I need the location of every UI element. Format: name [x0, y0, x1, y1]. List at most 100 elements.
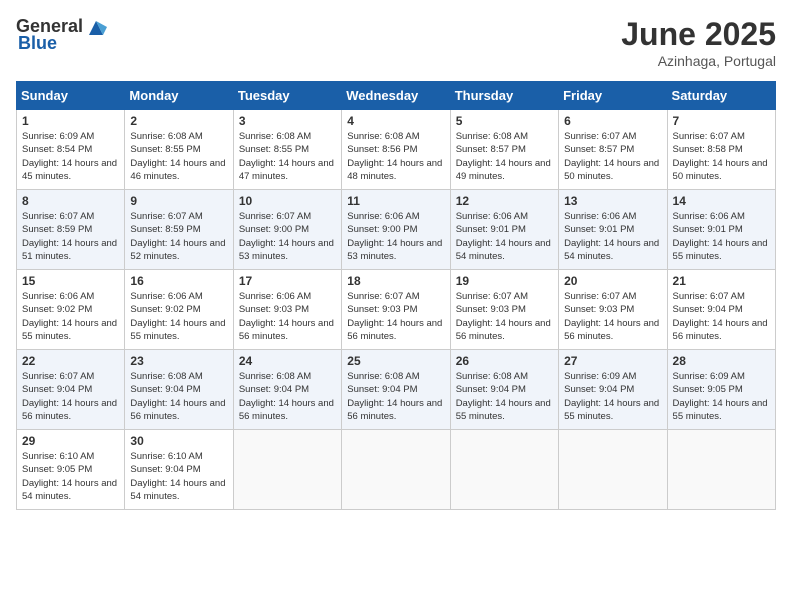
day-number: 12 [456, 194, 553, 208]
cell-info: Sunrise: 6:08 AM Sunset: 8:55 PM Dayligh… [239, 130, 336, 183]
cell-info: Sunrise: 6:06 AM Sunset: 9:02 PM Dayligh… [22, 290, 119, 343]
cell-info: Sunrise: 6:07 AM Sunset: 8:59 PM Dayligh… [130, 210, 227, 263]
day-number: 20 [564, 274, 661, 288]
calendar-cell: 26 Sunrise: 6:08 AM Sunset: 9:04 PM Dayl… [450, 350, 558, 430]
cell-info: Sunrise: 6:10 AM Sunset: 9:05 PM Dayligh… [22, 450, 119, 503]
cell-info: Sunrise: 6:07 AM Sunset: 8:59 PM Dayligh… [22, 210, 119, 263]
day-number: 11 [347, 194, 444, 208]
cell-info: Sunrise: 6:08 AM Sunset: 9:04 PM Dayligh… [239, 370, 336, 423]
calendar-cell [559, 430, 667, 510]
day-number: 24 [239, 354, 336, 368]
day-number: 5 [456, 114, 553, 128]
day-number: 18 [347, 274, 444, 288]
calendar-cell: 25 Sunrise: 6:08 AM Sunset: 9:04 PM Dayl… [342, 350, 450, 430]
cell-info: Sunrise: 6:08 AM Sunset: 9:04 PM Dayligh… [130, 370, 227, 423]
day-number: 29 [22, 434, 119, 448]
calendar-cell [450, 430, 558, 510]
day-number: 8 [22, 194, 119, 208]
day-number: 9 [130, 194, 227, 208]
day-number: 27 [564, 354, 661, 368]
day-number: 23 [130, 354, 227, 368]
cell-info: Sunrise: 6:08 AM Sunset: 8:57 PM Dayligh… [456, 130, 553, 183]
day-number: 3 [239, 114, 336, 128]
calendar-week-row: 15 Sunrise: 6:06 AM Sunset: 9:02 PM Dayl… [17, 270, 776, 350]
calendar-cell: 4 Sunrise: 6:08 AM Sunset: 8:56 PM Dayli… [342, 110, 450, 190]
cell-info: Sunrise: 6:07 AM Sunset: 9:03 PM Dayligh… [564, 290, 661, 343]
calendar-cell [342, 430, 450, 510]
weekday-header: Monday [125, 82, 233, 110]
weekday-header: Friday [559, 82, 667, 110]
day-number: 26 [456, 354, 553, 368]
day-number: 13 [564, 194, 661, 208]
weekday-header: Thursday [450, 82, 558, 110]
cell-info: Sunrise: 6:06 AM Sunset: 9:01 PM Dayligh… [456, 210, 553, 263]
logo-blue-text: Blue [18, 33, 57, 54]
calendar-cell: 24 Sunrise: 6:08 AM Sunset: 9:04 PM Dayl… [233, 350, 341, 430]
cell-info: Sunrise: 6:07 AM Sunset: 9:03 PM Dayligh… [456, 290, 553, 343]
day-number: 16 [130, 274, 227, 288]
calendar-cell [667, 430, 775, 510]
calendar-cell: 11 Sunrise: 6:06 AM Sunset: 9:00 PM Dayl… [342, 190, 450, 270]
cell-info: Sunrise: 6:06 AM Sunset: 9:01 PM Dayligh… [564, 210, 661, 263]
calendar-cell: 12 Sunrise: 6:06 AM Sunset: 9:01 PM Dayl… [450, 190, 558, 270]
day-number: 7 [673, 114, 770, 128]
weekday-header: Saturday [667, 82, 775, 110]
cell-info: Sunrise: 6:09 AM Sunset: 9:04 PM Dayligh… [564, 370, 661, 423]
calendar-cell: 8 Sunrise: 6:07 AM Sunset: 8:59 PM Dayli… [17, 190, 125, 270]
day-number: 6 [564, 114, 661, 128]
logo: General Blue [16, 16, 109, 54]
calendar-cell: 2 Sunrise: 6:08 AM Sunset: 8:55 PM Dayli… [125, 110, 233, 190]
cell-info: Sunrise: 6:08 AM Sunset: 8:56 PM Dayligh… [347, 130, 444, 183]
calendar-cell: 21 Sunrise: 6:07 AM Sunset: 9:04 PM Dayl… [667, 270, 775, 350]
calendar-cell: 14 Sunrise: 6:06 AM Sunset: 9:01 PM Dayl… [667, 190, 775, 270]
day-number: 10 [239, 194, 336, 208]
calendar-cell: 29 Sunrise: 6:10 AM Sunset: 9:05 PM Dayl… [17, 430, 125, 510]
cell-info: Sunrise: 6:06 AM Sunset: 9:00 PM Dayligh… [347, 210, 444, 263]
cell-info: Sunrise: 6:07 AM Sunset: 9:04 PM Dayligh… [22, 370, 119, 423]
calendar-cell: 17 Sunrise: 6:06 AM Sunset: 9:03 PM Dayl… [233, 270, 341, 350]
day-number: 19 [456, 274, 553, 288]
calendar-cell: 15 Sunrise: 6:06 AM Sunset: 9:02 PM Dayl… [17, 270, 125, 350]
day-number: 15 [22, 274, 119, 288]
cell-info: Sunrise: 6:07 AM Sunset: 9:00 PM Dayligh… [239, 210, 336, 263]
weekday-header: Wednesday [342, 82, 450, 110]
day-number: 28 [673, 354, 770, 368]
calendar-week-row: 22 Sunrise: 6:07 AM Sunset: 9:04 PM Dayl… [17, 350, 776, 430]
calendar-cell: 27 Sunrise: 6:09 AM Sunset: 9:04 PM Dayl… [559, 350, 667, 430]
calendar-header-row: SundayMondayTuesdayWednesdayThursdayFrid… [17, 82, 776, 110]
day-number: 22 [22, 354, 119, 368]
day-number: 4 [347, 114, 444, 128]
day-number: 1 [22, 114, 119, 128]
calendar-cell: 18 Sunrise: 6:07 AM Sunset: 9:03 PM Dayl… [342, 270, 450, 350]
calendar-cell: 23 Sunrise: 6:08 AM Sunset: 9:04 PM Dayl… [125, 350, 233, 430]
calendar-cell: 3 Sunrise: 6:08 AM Sunset: 8:55 PM Dayli… [233, 110, 341, 190]
cell-info: Sunrise: 6:06 AM Sunset: 9:03 PM Dayligh… [239, 290, 336, 343]
day-number: 25 [347, 354, 444, 368]
month-year: June 2025 [621, 16, 776, 53]
day-number: 2 [130, 114, 227, 128]
cell-info: Sunrise: 6:07 AM Sunset: 8:58 PM Dayligh… [673, 130, 770, 183]
calendar-cell: 10 Sunrise: 6:07 AM Sunset: 9:00 PM Dayl… [233, 190, 341, 270]
cell-info: Sunrise: 6:07 AM Sunset: 8:57 PM Dayligh… [564, 130, 661, 183]
cell-info: Sunrise: 6:09 AM Sunset: 8:54 PM Dayligh… [22, 130, 119, 183]
calendar-cell: 9 Sunrise: 6:07 AM Sunset: 8:59 PM Dayli… [125, 190, 233, 270]
location: Azinhaga, Portugal [621, 53, 776, 69]
calendar-cell: 5 Sunrise: 6:08 AM Sunset: 8:57 PM Dayli… [450, 110, 558, 190]
calendar-cell: 7 Sunrise: 6:07 AM Sunset: 8:58 PM Dayli… [667, 110, 775, 190]
calendar-week-row: 29 Sunrise: 6:10 AM Sunset: 9:05 PM Dayl… [17, 430, 776, 510]
weekday-header: Sunday [17, 82, 125, 110]
cell-info: Sunrise: 6:08 AM Sunset: 9:04 PM Dayligh… [456, 370, 553, 423]
calendar-table: SundayMondayTuesdayWednesdayThursdayFrid… [16, 81, 776, 510]
calendar-week-row: 8 Sunrise: 6:07 AM Sunset: 8:59 PM Dayli… [17, 190, 776, 270]
day-number: 21 [673, 274, 770, 288]
calendar-cell: 22 Sunrise: 6:07 AM Sunset: 9:04 PM Dayl… [17, 350, 125, 430]
weekday-header: Tuesday [233, 82, 341, 110]
calendar-cell: 19 Sunrise: 6:07 AM Sunset: 9:03 PM Dayl… [450, 270, 558, 350]
cell-info: Sunrise: 6:07 AM Sunset: 9:04 PM Dayligh… [673, 290, 770, 343]
calendar-cell: 13 Sunrise: 6:06 AM Sunset: 9:01 PM Dayl… [559, 190, 667, 270]
logo-icon [85, 17, 107, 37]
calendar-cell: 6 Sunrise: 6:07 AM Sunset: 8:57 PM Dayli… [559, 110, 667, 190]
calendar-cell: 16 Sunrise: 6:06 AM Sunset: 9:02 PM Dayl… [125, 270, 233, 350]
cell-info: Sunrise: 6:09 AM Sunset: 9:05 PM Dayligh… [673, 370, 770, 423]
cell-info: Sunrise: 6:07 AM Sunset: 9:03 PM Dayligh… [347, 290, 444, 343]
